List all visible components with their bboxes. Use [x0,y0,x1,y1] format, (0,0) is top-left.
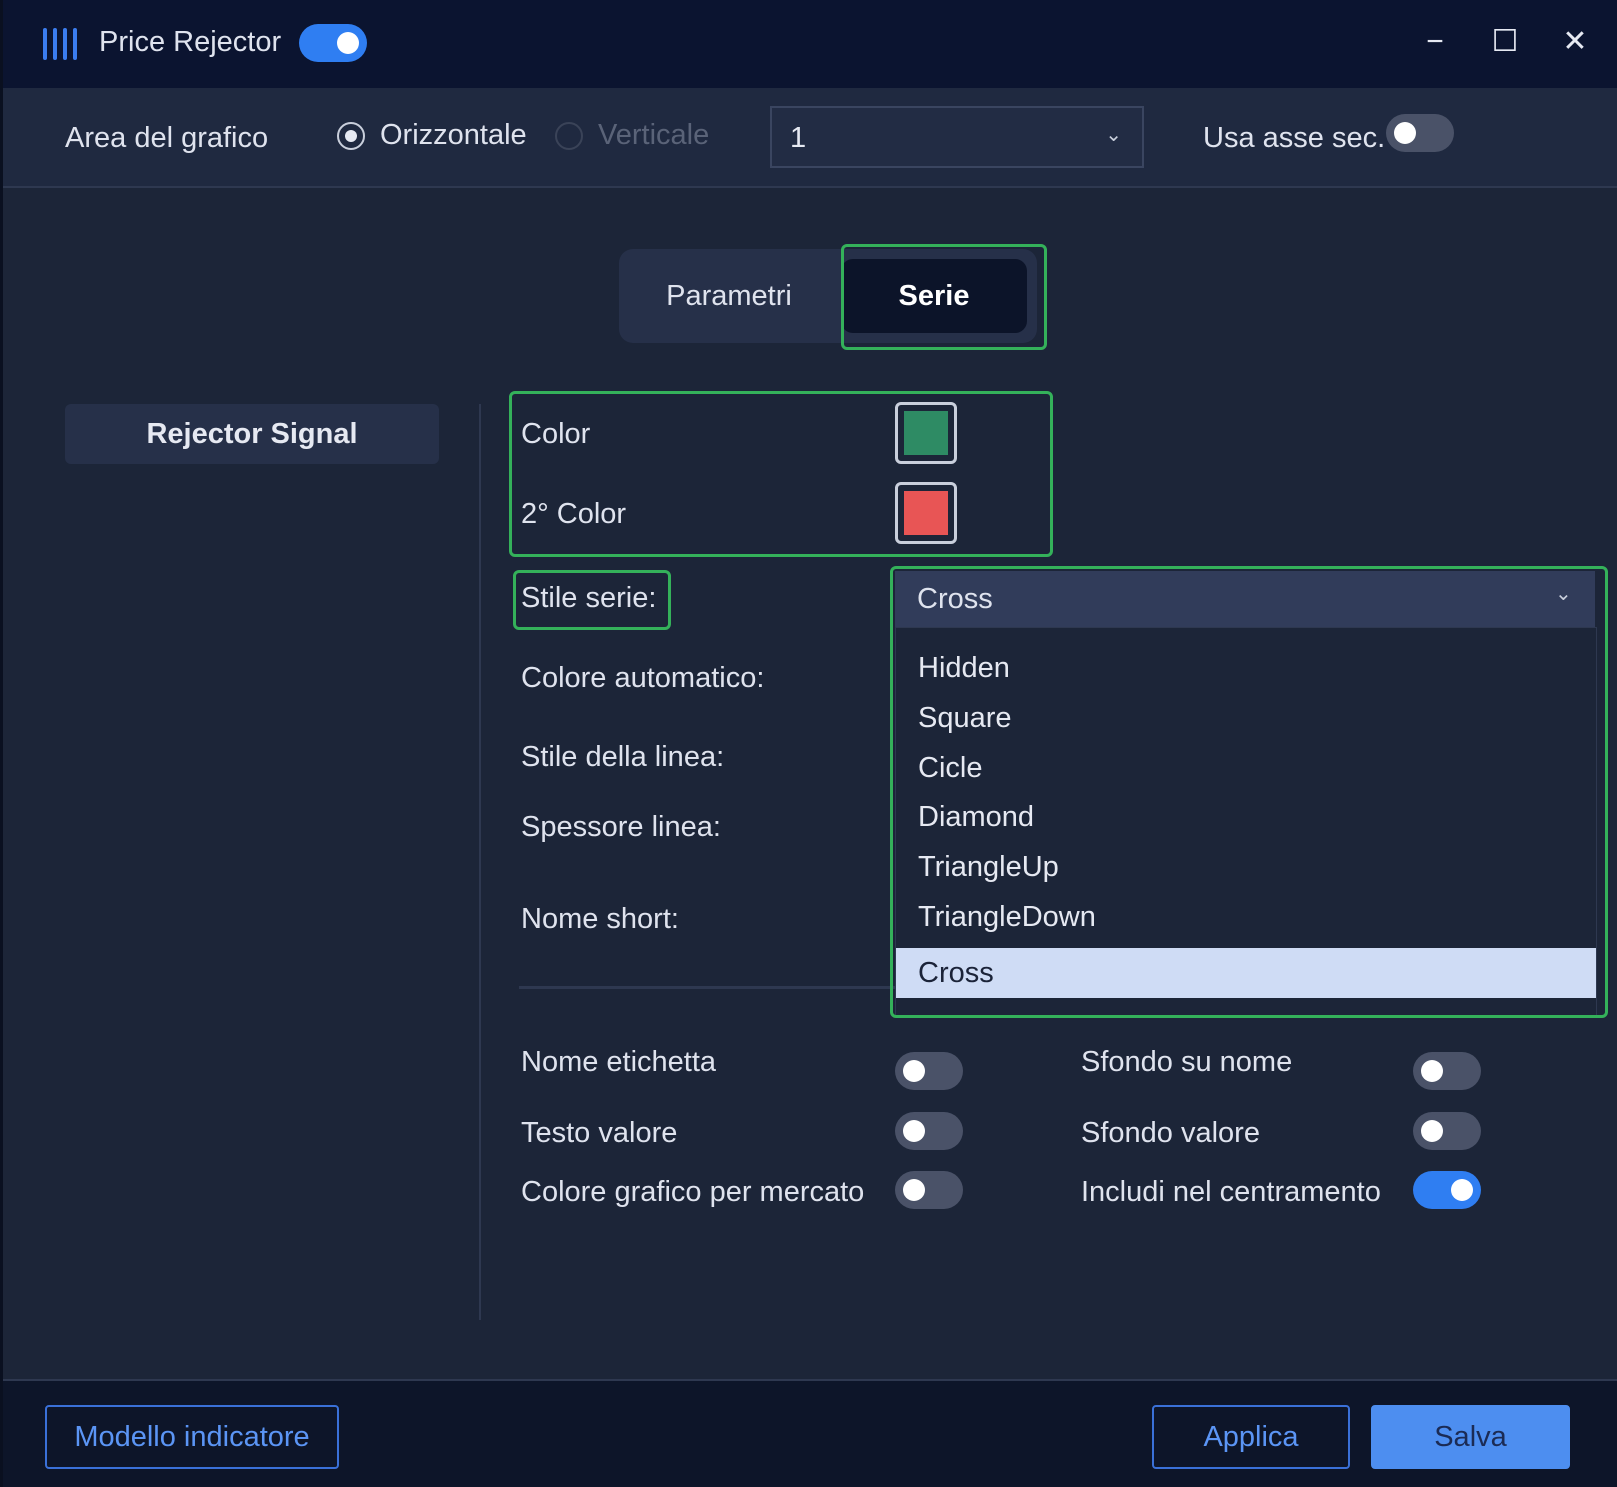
toggle-label-colore-grafico: Colore grafico per mercato [521,1176,865,1208]
toggle-includi-centramento[interactable] [1413,1171,1481,1209]
footer: Modello indicatore Applica Salva [3,1379,1617,1487]
auto-color-label: Colore automatico: [521,662,765,694]
dropdown-option-triangledown[interactable]: TriangleDown [896,892,1596,942]
dropdown-option-triangleup[interactable]: TriangleUp [896,842,1596,892]
color2-swatch[interactable] [895,482,957,544]
title-bar: Price Rejector − ☐ ✕ [3,0,1617,88]
color-swatch[interactable] [895,402,957,464]
chart-area-select-value: 1 [790,122,807,154]
radio-horizontal-label[interactable]: Orizzontale [380,119,527,152]
indicator-bars-icon [43,28,77,60]
chart-area-label: Area del grafico [65,122,269,154]
toggle-sfondo-valore[interactable] [1413,1112,1481,1150]
secondary-axis-label: Usa asse sec. [1203,122,1386,154]
indicator-template-button[interactable]: Modello indicatore [45,1405,339,1469]
dropdown-option-diamond[interactable]: Diamond [896,792,1596,842]
indicator-settings-window: Price Rejector − ☐ ✕ Area del grafico Or… [0,0,1617,1487]
maximize-icon[interactable]: ☐ [1483,20,1527,64]
toggle-label-nome-etichetta: Nome etichetta [521,1046,717,1078]
radio-vertical-label[interactable]: Verticale [598,119,709,152]
radio-vertical[interactable] [555,122,583,150]
chart-area-select[interactable]: 1 ⌄ [770,106,1144,168]
line-width-label: Spessore linea: [521,811,721,843]
dropdown-option-hidden[interactable]: Hidden [896,643,1596,693]
tab-bar: Parametri Serie [619,249,1037,343]
toggle-sfondo-su-nome[interactable] [1413,1052,1481,1090]
series-style-label: Stile serie: [521,582,657,614]
series-list-item[interactable]: Rejector Signal [65,404,439,464]
series-style-select-value: Cross [917,583,993,615]
close-icon[interactable]: ✕ [1553,20,1597,64]
tab-serie[interactable]: Serie [841,259,1027,333]
dropdown-option-cicle[interactable]: Cicle [896,743,1596,793]
chevron-down-icon: ⌄ [1555,583,1572,605]
apply-button[interactable]: Applica [1152,1405,1350,1469]
section-divider [519,986,899,989]
window-title: Price Rejector [99,26,282,58]
short-name-label: Nome short: [521,903,679,935]
toggle-testo-valore[interactable] [895,1112,963,1150]
dropdown-option-square[interactable]: Square [896,693,1596,743]
toggle-colore-grafico[interactable] [895,1171,963,1209]
tab-parametri[interactable]: Parametri [629,259,829,333]
toggle-nome-etichetta[interactable] [895,1052,963,1090]
color2-label: 2° Color [521,498,627,530]
toggle-label-sfondo-su-nome: Sfondo su nome [1081,1046,1293,1078]
chevron-down-icon: ⌄ [1105,124,1122,146]
dropdown-option-cross[interactable]: Cross [896,948,1596,998]
radio-horizontal[interactable] [337,122,365,150]
save-button[interactable]: Salva [1371,1405,1570,1469]
secondary-axis-toggle[interactable] [1386,114,1454,152]
panel-divider [479,404,481,1320]
series-style-select[interactable]: Cross ⌄ [895,571,1595,627]
toggle-label-testo-valore: Testo valore [521,1117,678,1149]
highlight-colors [509,391,1053,557]
indicator-enabled-toggle[interactable] [299,24,367,62]
line-style-label: Stile della linea: [521,741,725,773]
toggle-label-includi-centramento: Includi nel centramento [1081,1176,1381,1208]
chart-area-options: Area del grafico Orizzontale Verticale 1… [3,88,1617,188]
toggle-label-sfondo-valore: Sfondo valore [1081,1117,1260,1149]
series-style-dropdown-list: Hidden Square Cicle Diamond TriangleUp T… [895,627,1597,1017]
color-label: Color [521,418,591,450]
minimize-icon[interactable]: − [1413,20,1457,64]
